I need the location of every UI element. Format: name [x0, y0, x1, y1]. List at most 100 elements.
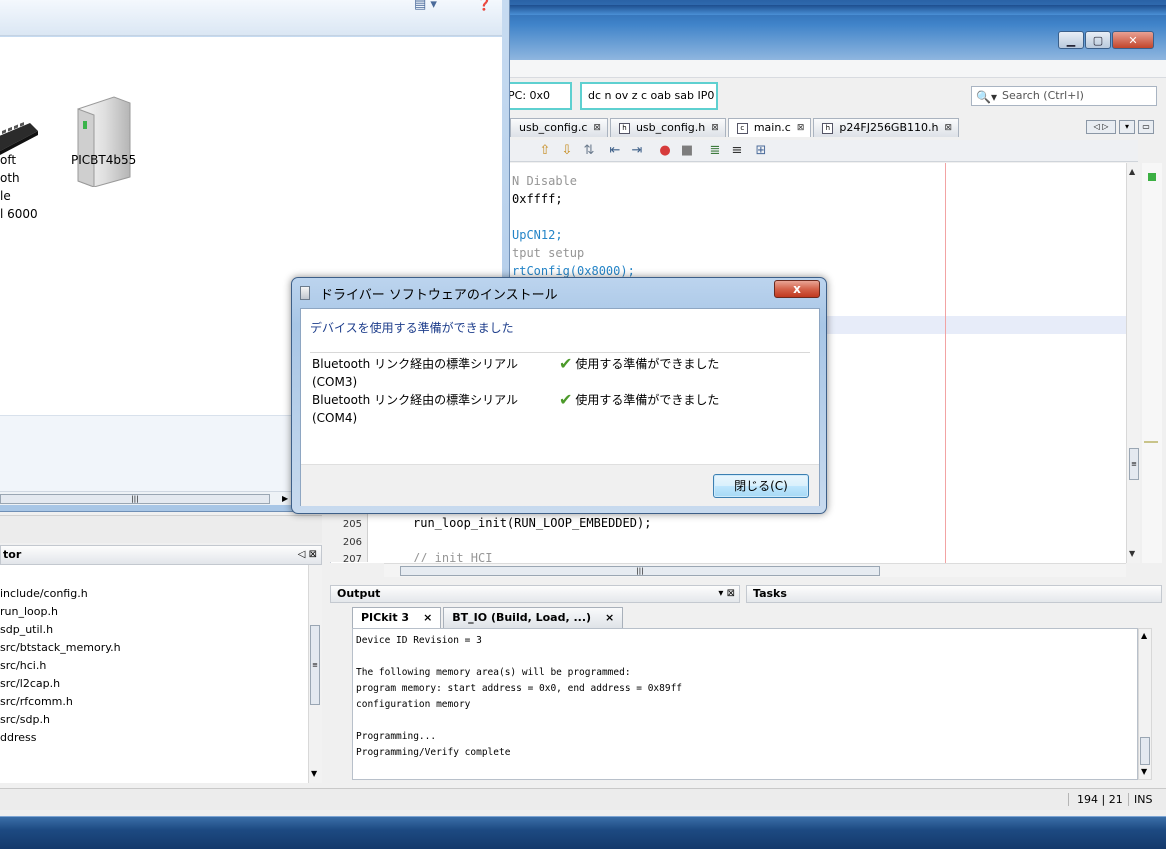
help-icon[interactable]: ❓: [476, 0, 492, 12]
tab-pickit3[interactable]: PICkit 3 ×: [352, 607, 442, 628]
scroll-down-icon[interactable]: ▼: [1141, 767, 1147, 776]
tasks-panel-header[interactable]: Tasks: [746, 585, 1162, 603]
view-options-icon[interactable]: ▤ ▾: [414, 0, 437, 12]
list-item[interactable]: src/hci.h: [0, 659, 46, 672]
scroll-down-icon[interactable]: ▼: [1129, 549, 1135, 558]
close-tab-icon[interactable]: ⊠: [593, 119, 601, 137]
close-tab-icon[interactable]: ⊠: [797, 119, 805, 137]
uncomment-icon[interactable]: ≡: [728, 143, 746, 159]
list-item[interactable]: src/l2cap.h: [0, 677, 60, 690]
tab-usb-config-h[interactable]: h usb_config.h ⊠: [609, 118, 726, 137]
scroll-right-icon[interactable]: ▶: [282, 494, 288, 503]
close-window-button[interactable]: ✕: [1112, 31, 1154, 49]
pc-readout: PC: 0x0: [500, 82, 572, 110]
restore-window-button[interactable]: ▭: [1138, 120, 1154, 134]
find-next-icon[interactable]: ⇩: [558, 143, 576, 159]
search-placeholder: Search (Ctrl+I): [1002, 89, 1084, 102]
scroll-up-icon[interactable]: ▲: [1129, 167, 1135, 176]
list-item[interactable]: src/sdp.h: [0, 713, 50, 726]
comment-icon[interactable]: ≣: [706, 143, 724, 159]
dialog-close-button[interactable]: x: [774, 280, 820, 298]
device-status-text: 使用する準備ができました: [575, 393, 720, 407]
maximize-button[interactable]: ▢: [1085, 31, 1111, 49]
device-name: Bluetooth リンク経由の標準シリアル (COM4): [312, 393, 518, 425]
dialog-title: ドライバー ソフトウェアのインストール: [320, 288, 558, 303]
output-vertical-scrollbar[interactable]: ▲ ▼: [1138, 628, 1152, 780]
editor-vertical-scrollbar[interactable]: ▲ ≡ ▼: [1126, 163, 1140, 563]
list-item[interactable]: src/btstack_memory.h: [0, 641, 121, 654]
panel-controls-icon[interactable]: ▾ ⊠: [718, 586, 735, 602]
minimize-button[interactable]: ▁: [1058, 31, 1084, 49]
status-ok-icon: [1148, 173, 1156, 181]
scroll-down-icon[interactable]: ▼: [311, 769, 317, 778]
code-line: 0xffff;: [512, 192, 563, 206]
tab-bt-io[interactable]: BT_IO (Build, Load, ...) ×: [443, 607, 624, 628]
close-tab-icon[interactable]: ⊠: [944, 119, 952, 137]
output-panel-header: Output ▾ ⊠: [330, 585, 740, 603]
output-text-area[interactable]: Device ID Revision = 3 The following mem…: [352, 628, 1138, 780]
diff-icon[interactable]: ⊞: [752, 143, 770, 159]
tab-label: usb_config.c: [519, 121, 588, 134]
flags-readout: dc n ov z c oab sab IP0: [580, 82, 718, 110]
scrollbar-thumb[interactable]: |||: [400, 566, 880, 576]
close-tab-icon[interactable]: ×: [423, 608, 432, 628]
tab-list-button[interactable]: ▾: [1119, 120, 1135, 134]
tab-scroll-button[interactable]: ◁ ▷: [1086, 120, 1116, 134]
editor-horizontal-scrollbar[interactable]: |||: [384, 563, 1126, 577]
line-number-gutter: 205 206 207: [330, 510, 368, 565]
search-icon: 🔍▾: [976, 90, 997, 104]
close-button[interactable]: 閉じる(C): [713, 474, 809, 498]
find-previous-icon[interactable]: ⇧: [536, 143, 554, 159]
close-tab-icon[interactable]: ⊠: [711, 119, 719, 137]
list-item[interactable]: src/rfcomm.h: [0, 695, 73, 708]
tasks-panel-title: Tasks: [753, 587, 787, 600]
code-line: N Disable: [512, 174, 578, 188]
close-icon: ✕: [1128, 33, 1138, 47]
shift-left-icon[interactable]: ⇤: [606, 143, 624, 159]
hard-drive-icon[interactable]: [74, 95, 134, 187]
tab-p24fj256gb110-h[interactable]: h p24FJ256GB110.h ⊠: [813, 118, 960, 137]
navigator-vertical-scrollbar[interactable]: ≡ ▼: [308, 565, 322, 783]
scroll-up-icon[interactable]: ▲: [1141, 631, 1147, 640]
code-line: // init HCI: [413, 551, 493, 562]
output-line: Programming...: [356, 731, 437, 742]
tab-label: BT_IO (Build, Load, ...): [452, 611, 592, 624]
list-item[interactable]: sdp_util.h: [0, 623, 53, 636]
stop-macro-icon[interactable]: ■: [678, 143, 696, 159]
panel-controls-icon[interactable]: ◁ ⊠: [298, 546, 317, 564]
output-line: Programming/Verify complete: [356, 747, 511, 758]
tab-main-c[interactable]: c main.c ⊠: [727, 118, 812, 137]
close-icon: x: [793, 282, 801, 296]
device-label-keyboard[interactable]: oft oth le l 6000: [0, 151, 38, 223]
shift-right-icon[interactable]: ⇥: [628, 143, 646, 159]
maximize-icon: ▢: [1092, 33, 1104, 47]
list-item[interactable]: run_loop.h: [0, 605, 58, 618]
tab-usb-config-c[interactable]: usb_config.c ⊠: [510, 118, 608, 137]
tab-label: main.c: [753, 121, 791, 134]
close-tab-icon[interactable]: ×: [605, 608, 614, 628]
tab-label: usb_config.h: [635, 121, 706, 134]
list-item[interactable]: include/config.h: [0, 587, 88, 600]
list-item[interactable]: ddress: [0, 731, 36, 744]
output-line: program memory: start address = 0x0, end…: [356, 683, 683, 694]
tab-navigation: ◁ ▷ ▾ ▭: [1086, 120, 1154, 134]
record-macro-icon[interactable]: ●: [656, 143, 674, 159]
output-panel-title: Output: [337, 587, 381, 600]
code-line: rtConfig(0x8000);: [512, 264, 635, 278]
find-selection-icon[interactable]: ⇅: [580, 143, 598, 159]
scrollbar-thumb[interactable]: [1140, 737, 1150, 765]
scrollbar-thumb[interactable]: ≡: [1129, 448, 1139, 480]
right-margin-line: [945, 163, 946, 563]
error-stripe: [1142, 163, 1162, 563]
cursor-position: 194 | 21: [1068, 793, 1123, 806]
dialog-body: デバイスを使用する準備ができました Bluetooth リンク経由の標準シリアル…: [300, 308, 820, 506]
scrollbar-thumb[interactable]: ≡: [310, 625, 320, 705]
search-input[interactable]: 🔍▾ Search (Ctrl+I): [971, 86, 1157, 106]
device-label-picbt[interactable]: PICBT4b55: [71, 151, 136, 169]
editor-tab-strip: usb_config.c ⊠ h usb_config.h ⊠ c main.c…: [510, 118, 1140, 138]
scrollbar-thumb[interactable]: |||: [0, 494, 270, 504]
checkmark-icon: ✔: [559, 390, 573, 409]
line-number: 207: [342, 554, 362, 565]
